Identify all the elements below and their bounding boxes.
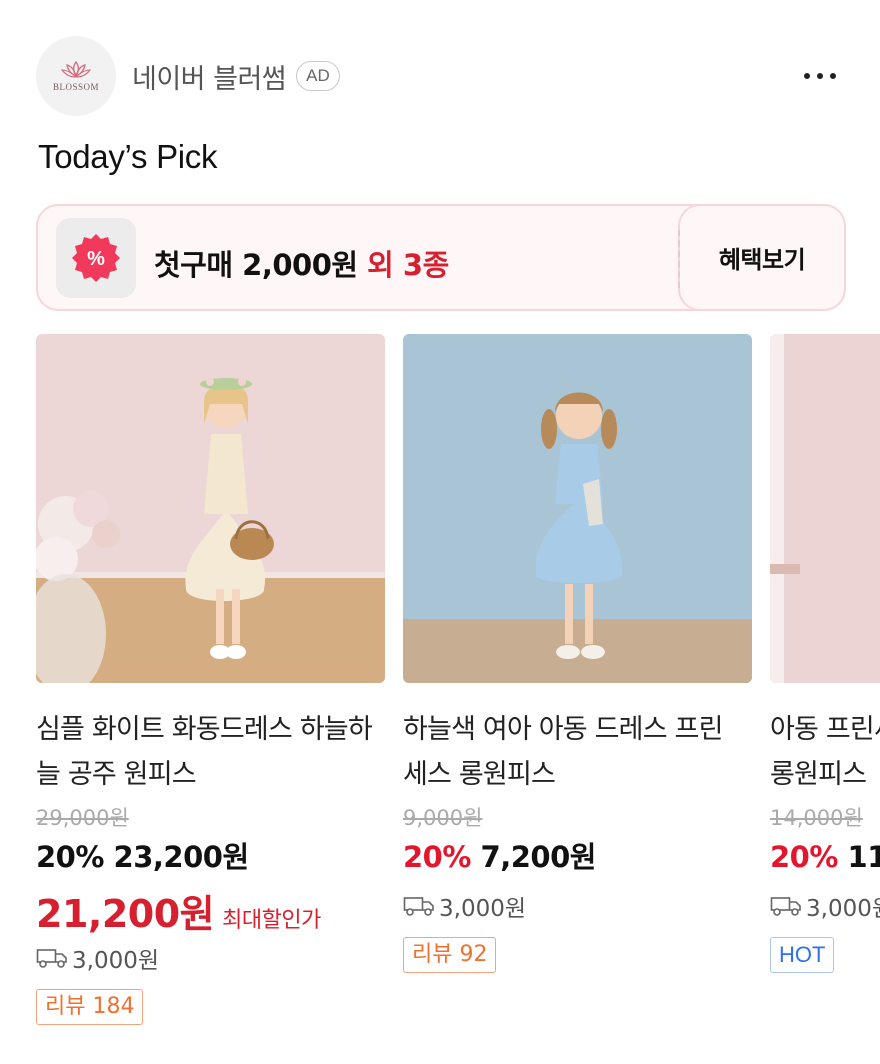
- discount-row: 20% 23,200원: [36, 837, 385, 877]
- ad-header: BLOSSOM 네이버 블러썸 AD: [36, 36, 844, 116]
- sale-price: 7,200원: [480, 840, 597, 874]
- product-image[interactable]: [770, 334, 880, 683]
- svg-text:%: %: [87, 248, 105, 270]
- discount-badge-icon: %: [72, 234, 120, 282]
- discount-percent: 20%: [770, 840, 838, 874]
- more-horizontal-icon: [804, 73, 810, 79]
- delivery-truck-icon: [770, 897, 801, 916]
- original-price: 29,000원: [36, 806, 129, 830]
- shipping-fee: 3,000원: [36, 941, 385, 975]
- delivery-truck-icon: [403, 897, 434, 916]
- product-name[interactable]: 아동 프린세스 공주 원피스 마 롱원피스: [770, 707, 880, 797]
- view-benefits-button[interactable]: 혜택보기: [678, 204, 846, 311]
- product-image[interactable]: [403, 334, 752, 683]
- shipping-fee: 3,000원: [403, 889, 752, 923]
- max-discount-label: 최대할인가: [222, 908, 321, 933]
- coupon-banner[interactable]: % 첫구매 2,000원 외 3종 혜택보기: [36, 204, 846, 311]
- max-discount-price: 21,200원: [36, 892, 215, 936]
- product-card[interactable]: 하늘색 여아 아동 드레스 프린세스 롱원피스 9,000원 20% 7,200…: [403, 334, 752, 973]
- product-card[interactable]: 아동 프린세스 공주 원피스 마 롱원피스 14,000원 20% 11,200…: [770, 334, 880, 973]
- coupon-text: 첫구매 2,000원 외 3종: [154, 242, 449, 284]
- coupon-icon-container: %: [56, 218, 136, 298]
- max-discount-row: 21,200원 최대할인가: [36, 883, 385, 936]
- review-badge: 리뷰 184: [36, 989, 144, 1025]
- shipping-fee-value: 3,000원: [806, 896, 880, 922]
- shipping-fee: 3,000원: [770, 889, 880, 923]
- ad-badge: AD: [296, 61, 340, 91]
- product-name[interactable]: 심플 화이트 화동드레스 하늘하늘 공주 원피스: [36, 707, 376, 797]
- product-card[interactable]: 심플 화이트 화동드레스 하늘하늘 공주 원피스 29,000원 20% 23,…: [36, 334, 385, 1025]
- sale-price: 23,200원: [113, 840, 250, 874]
- product-image[interactable]: [36, 334, 385, 683]
- more-options-button[interactable]: [800, 62, 840, 90]
- hot-badge: HOT: [770, 937, 835, 973]
- ad-feed-card: BLOSSOM 네이버 블러썸 AD Today’s Pick % 첫구매 2,…: [0, 0, 880, 1064]
- delivery-truck-icon: [36, 949, 67, 968]
- discount-percent: 20%: [36, 840, 104, 874]
- lotus-icon: [60, 60, 92, 78]
- brand-logo-text: BLOSSOM: [52, 82, 99, 92]
- brand-name[interactable]: 네이버 블러썸: [132, 57, 287, 96]
- coupon-extra-text: 외 3종: [367, 248, 449, 282]
- shipping-fee-value: 3,000원: [439, 896, 527, 922]
- coupon-divider: [678, 230, 680, 288]
- coupon-main-text: 첫구매 2,000원: [154, 248, 358, 282]
- sale-price: 11,200원: [847, 840, 880, 874]
- discount-row: 20% 11,200원: [770, 837, 880, 877]
- review-badge: 리뷰 92: [403, 937, 497, 973]
- discount-percent: 20%: [403, 840, 471, 874]
- original-price: 14,000원: [770, 806, 863, 830]
- brand-logo[interactable]: BLOSSOM: [36, 36, 116, 116]
- product-name[interactable]: 하늘색 여아 아동 드레스 프린세스 롱원피스: [403, 707, 743, 797]
- discount-row: 20% 7,200원: [403, 837, 752, 877]
- shipping-fee-value: 3,000원: [72, 948, 160, 974]
- section-title: Today’s Pick: [38, 138, 218, 175]
- original-price: 9,000원: [403, 806, 483, 830]
